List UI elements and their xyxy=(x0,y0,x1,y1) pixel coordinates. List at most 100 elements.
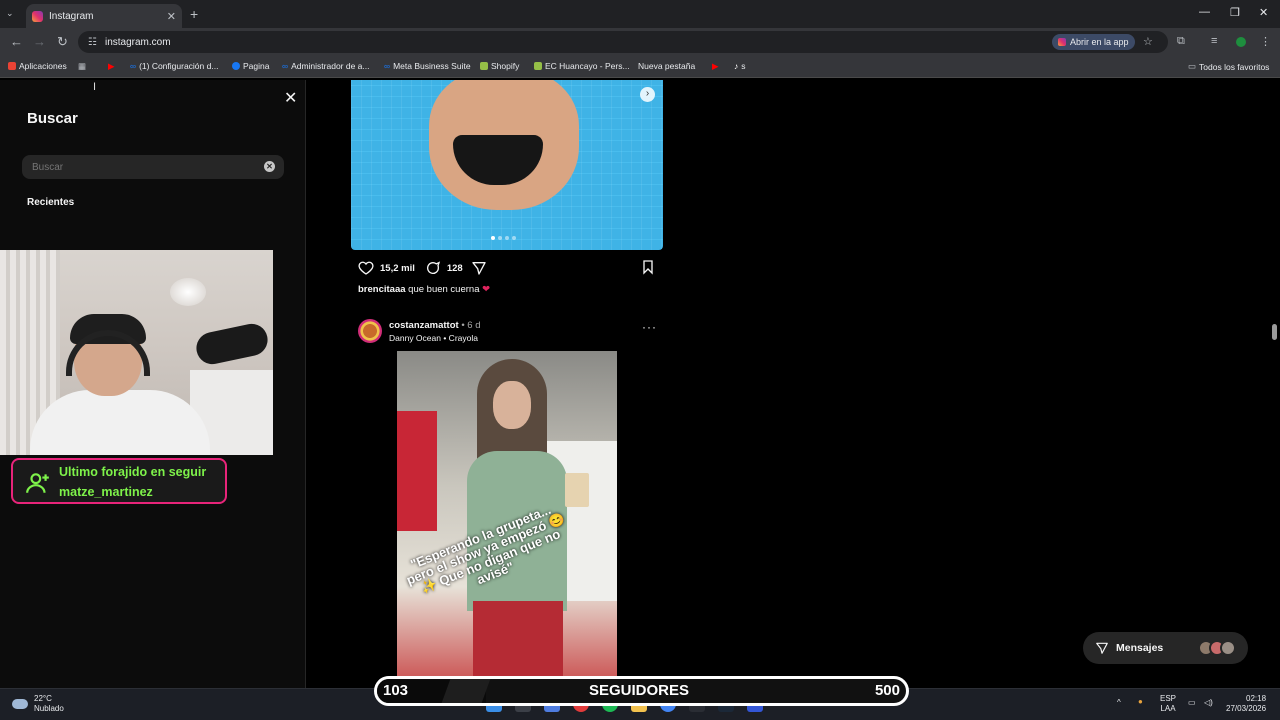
folder-icon: ▭ xyxy=(1188,61,1197,71)
tab-instagram[interactable]: Instagram ✕ xyxy=(26,4,182,28)
share-send-icon[interactable] xyxy=(471,260,487,276)
bookmark-label: EC Huancayo - Pers... xyxy=(545,61,630,71)
username-text[interactable]: costanzamattot xyxy=(389,320,459,331)
close-window-icon[interactable]: ✕ xyxy=(1259,6,1268,19)
bookmark-label: Shopify xyxy=(491,61,520,71)
last-follower-alert: Ultimo forajido en seguir matze_martinez xyxy=(11,458,227,504)
webcam-microphone xyxy=(193,320,271,368)
browser-menu-icon[interactable]: ⋮ xyxy=(1260,35,1271,48)
language-code: ESP xyxy=(1160,694,1177,703)
post-image[interactable] xyxy=(351,80,663,250)
clock[interactable]: 02:18 27/03/2026 xyxy=(1226,694,1266,714)
meta-icon: ∞ xyxy=(384,61,391,71)
bookmark-apps[interactable]: Aplicaciones xyxy=(8,61,67,71)
media-control-icon[interactable]: ≡ xyxy=(1211,35,1217,47)
text-cursor-icon: I xyxy=(93,81,97,93)
bookmark-nueva-pestana[interactable]: Nueva pestaña xyxy=(638,61,695,71)
video-cup xyxy=(565,473,589,507)
search-input[interactable] xyxy=(32,161,252,173)
weather-condition: Nublado xyxy=(34,704,64,713)
follower-count: 103 xyxy=(383,682,409,699)
address-bar[interactable]: ☷ instagram.com xyxy=(78,31,1168,53)
post-age: • 6 d xyxy=(461,320,481,331)
bookmark-star-icon[interactable]: ☆ xyxy=(1143,35,1153,48)
forward-icon[interactable]: → xyxy=(33,34,46,49)
follower-goal-bar: 103 SEGUIDORES 500 xyxy=(374,676,909,706)
messages-label: Mensajes xyxy=(1116,642,1164,654)
like-heart-icon[interactable] xyxy=(358,260,374,276)
tab-search-chevron-icon[interactable]: ⌄ xyxy=(6,8,14,19)
all-favorites-folder[interactable]: ▭ Todos los favoritos xyxy=(1188,61,1269,72)
comment-icon[interactable] xyxy=(425,260,441,276)
bookmark-administrador[interactable]: ∞ Administrador de a... xyxy=(282,61,370,71)
bookmark-label: Meta Business Suite xyxy=(393,61,471,71)
page-scrollbar[interactable] xyxy=(1272,324,1277,340)
clock-time: 02:18 xyxy=(1246,694,1267,703)
tab-title: Instagram xyxy=(49,10,94,22)
bookmark-configuracion[interactable]: ∞ (1) Configuración d... xyxy=(130,61,218,71)
messages-button[interactable]: Mensajes xyxy=(1083,632,1248,664)
site-info-icon[interactable]: ☷ xyxy=(88,37,97,48)
post-audio[interactable]: Danny Ocean • Crayola xyxy=(389,333,478,343)
video-subject-face xyxy=(493,381,531,429)
bookmark-tiktok[interactable]: ♪ s xyxy=(734,61,746,71)
instagram-icon xyxy=(1058,38,1066,46)
search-field[interactable]: ✕ xyxy=(22,155,284,179)
keyboard-language[interactable]: ESP LAA xyxy=(1160,694,1176,714)
new-tab-icon[interactable]: + xyxy=(190,6,198,22)
open-in-app-button[interactable]: Abrir en la app xyxy=(1052,34,1135,50)
back-icon[interactable]: ← xyxy=(10,34,23,49)
youtube-icon[interactable]: ▶ xyxy=(108,61,115,72)
show-hidden-icons-icon[interactable]: ^ xyxy=(1117,698,1121,708)
post-actions: 15,2 mil 128 xyxy=(358,259,487,277)
minimize-window-icon[interactable]: — xyxy=(1199,6,1210,18)
bookmark-meta-business[interactable]: ∞ Meta Business Suite xyxy=(384,61,471,71)
video-red-wall xyxy=(397,411,437,531)
recents-heading: Recientes xyxy=(27,197,75,208)
more-options-icon[interactable]: ··· xyxy=(642,320,657,334)
reading-list-icon[interactable]: ▦ xyxy=(78,61,86,72)
meta-icon: ∞ xyxy=(282,61,289,71)
bookmark-pagina[interactable]: Pagina xyxy=(232,61,269,71)
browser-tab-bar: ⌄ Instagram ✕ + — ❐ ✕ xyxy=(0,0,1280,28)
video-frame: "Esperando la grupeta... pero el show ya… xyxy=(397,351,617,688)
shopify-icon xyxy=(480,62,488,70)
language-layout: LAA xyxy=(1160,704,1176,713)
extensions-icon[interactable]: ⧉ xyxy=(1177,35,1185,48)
close-icon[interactable]: ✕ xyxy=(284,88,297,108)
bookmark-label: Aplicaciones xyxy=(19,61,67,71)
youtube-icon[interactable]: ▶ xyxy=(712,61,719,72)
like-count: 15,2 mil xyxy=(380,262,415,274)
post-username[interactable]: costanzamattot • 6 d xyxy=(389,320,481,331)
bookmark-label: (1) Configuración d... xyxy=(139,61,219,71)
bookmark-label: Nueva pestaña xyxy=(638,61,696,71)
avatar xyxy=(1220,640,1236,656)
network-icon[interactable]: ▭ xyxy=(1188,698,1196,708)
carousel-next-icon[interactable]: › xyxy=(640,87,655,102)
video-subject-shorts xyxy=(473,601,563,688)
weather-widget[interactable]: 22°C Nublado xyxy=(12,694,64,714)
post-header: costanzamattot • 6 d Danny Ocean • Crayo… xyxy=(358,318,658,346)
post-video[interactable]: "Esperando la grupeta... pero el show ya… xyxy=(351,351,663,688)
bookmark-shopify[interactable]: Shopify xyxy=(480,61,519,71)
caption-username[interactable]: brencitaaa xyxy=(358,284,406,295)
reload-icon[interactable]: ↻ xyxy=(57,34,68,50)
instagram-favicon-icon xyxy=(32,10,43,22)
bookmark-ec-huancayo[interactable]: EC Huancayo - Pers... xyxy=(534,61,630,71)
restore-window-icon[interactable]: ❐ xyxy=(1230,6,1240,19)
save-bookmark-icon[interactable] xyxy=(640,259,656,275)
close-tab-icon[interactable]: ✕ xyxy=(167,10,176,23)
clock-date: 27/03/2026 xyxy=(1226,704,1267,713)
shopify-icon xyxy=(534,62,542,70)
volume-icon[interactable]: ◁) xyxy=(1204,698,1213,708)
follower-alert-title: Ultimo forajido en seguir xyxy=(59,465,207,479)
facebook-icon xyxy=(232,62,240,70)
add-user-icon xyxy=(26,473,49,493)
apps-grid-icon xyxy=(8,62,16,70)
avatar[interactable] xyxy=(358,319,382,343)
caption-text: que buen cuerna xyxy=(408,284,480,295)
microphone-icon[interactable]: ● xyxy=(1138,697,1143,707)
profile-avatar[interactable] xyxy=(1236,37,1246,47)
clear-search-icon[interactable]: ✕ xyxy=(264,161,275,172)
heart-emoji-icon: ❤ xyxy=(482,284,491,295)
